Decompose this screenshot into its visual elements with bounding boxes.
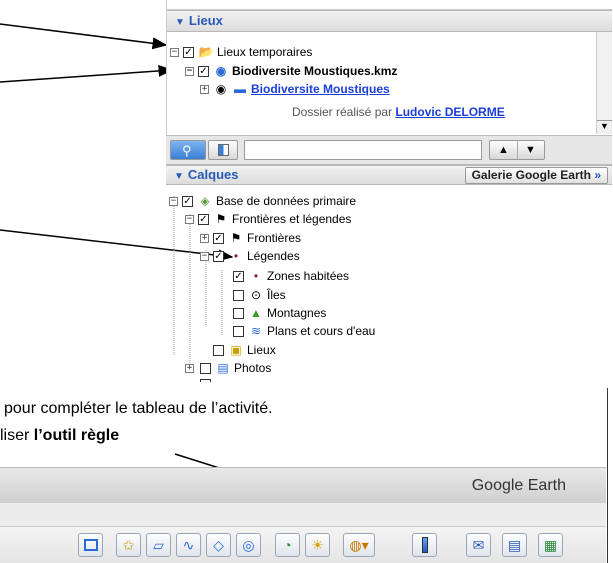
photo-icon: ▤ [217,361,229,376]
double-chevron-icon: » [594,168,601,182]
flag-icon: ⚑ [230,231,242,246]
checkbox[interactable] [233,308,244,320]
collapse-icon[interactable]: − [170,48,179,58]
checkbox[interactable]: ✓ [213,233,224,245]
flag-icon: ⚑ [215,212,227,227]
places-header[interactable]: ▼ Lieux [167,10,612,32]
expand-icon[interactable]: + [185,364,194,374]
history-icon[interactable]: ◔ [275,533,300,557]
planet-icon[interactable]: ◍▾ [343,533,375,557]
layer-item-places[interactable]: ▣ Lieux [200,342,276,359]
checkbox[interactable] [233,290,244,302]
path-icon[interactable]: ∿ [176,533,201,557]
dot-icon: • [233,249,239,264]
tree-item-kmz[interactable]: − ✓ ◉ Biodiversite Moustiques.kmz [185,63,397,80]
radio-selected-icon[interactable]: ◉ [213,81,229,98]
collapse-triangle-icon[interactable]: ▼ [175,13,185,33]
layer-item-borders[interactable]: + ✓ ⚑ Frontières [200,230,301,247]
layers-panel: ▼ Calques Galerie Google Earth » [166,165,612,185]
tour-icon[interactable]: ◎ [236,533,261,557]
search-toolbar: ⚲ ▲ ▼ [166,135,612,165]
gallery-button[interactable]: Galerie Google Earth » [464,167,608,184]
collapse-icon[interactable]: − [200,252,209,262]
checkbox[interactable]: ✓ [233,271,244,283]
collapse-triangle-icon[interactable]: ▼ [174,168,184,186]
globe-icon: ◉ [215,64,227,79]
places-scrollbar[interactable]: ▼ [596,32,612,134]
search-button[interactable]: ⚲ [170,140,206,160]
layer-item-cutoff [200,376,280,382]
layer-item-photos[interactable]: + ▤ Photos [185,360,271,377]
polygon-icon[interactable]: ▱ [146,533,171,557]
caption-line-2: liser l’outil règle [0,427,120,444]
magnifier-icon: ⚲ [182,143,192,158]
checkbox[interactable] [233,326,244,338]
layer-item-water[interactable]: ≋ Plans et cours d'eau [233,323,375,340]
menu-strip [0,503,606,527]
checkbox[interactable]: ✓ [213,251,224,263]
dot-icon: • [253,269,259,284]
expand-icon[interactable]: + [200,234,209,244]
layer-item-labels[interactable]: − ✓ • Légendes [200,248,300,265]
app-title: Google Earth [471,477,566,494]
layers-stack-icon: ◈ [200,194,210,209]
checkbox[interactable]: ✓ [198,66,209,78]
layer-item-islands[interactable]: ⊙ Îles [233,287,286,304]
caption-line-1: pour compléter le tableau de l’activité. [4,400,273,417]
folder-open-icon: 📂 [198,45,214,60]
checkbox[interactable]: ✓ [182,196,193,208]
collapse-icon[interactable]: − [185,67,194,77]
layers-header[interactable]: ▼ Calques Galerie Google Earth » [166,165,612,185]
collapse-icon[interactable]: − [169,197,178,207]
sunlight-icon[interactable]: ☀ [305,533,330,557]
placemark-icon[interactable]: ✩ [116,533,141,557]
print-icon[interactable]: ▤ [502,533,527,557]
checkbox[interactable]: ✓ [183,47,194,59]
sidebar-icon[interactable] [78,533,103,557]
water-icon: ≋ [250,324,262,339]
arrow-down-icon[interactable]: ▼ [525,144,536,156]
layer-item-primary-db[interactable]: − ✓ ◈ Base de données primaire [169,193,356,210]
panel-icon [218,144,229,156]
circle-dot-icon: ⊙ [250,288,262,303]
checkbox[interactable] [200,363,211,375]
view-in-maps-icon[interactable]: ▦ [538,533,563,557]
folder-icon: ▬ [234,82,246,97]
email-icon[interactable]: ✉ [466,533,491,557]
panel-toggle-button[interactable] [208,140,238,160]
arrow-1 [0,23,168,50]
arrow-up-icon[interactable]: ▲ [498,144,509,156]
mountain-icon: ▲ [250,306,262,321]
checkbox[interactable]: ✓ [198,214,209,226]
checkbox[interactable] [213,345,224,357]
expand-icon[interactable]: + [200,85,209,95]
window-titlebar: Google Earth [0,467,606,503]
overlay-icon[interactable]: ◇ [206,533,231,557]
layer-item-populated[interactable]: ✓ • Zones habitées [233,268,349,285]
place-icon: ▣ [230,343,242,358]
layer-item-borders-labels[interactable]: − ✓ ⚑ Frontières et légendes [185,211,351,228]
tree-item-temporary-places[interactable]: − ✓ 📂 Lieux temporaires [170,44,312,61]
tree-item-folder[interactable]: + ◉ ▬ Biodiversite Moustiques [200,81,390,98]
scroll-down-icon[interactable]: ▼ [597,120,612,134]
move-buttons: ▲ ▼ [489,140,545,160]
ruler-icon[interactable] [412,533,437,557]
arrow-2 [0,64,174,83]
collapse-icon[interactable]: − [185,215,194,225]
search-input[interactable] [244,140,482,160]
credit-line: Dossier réalisé par Ludovic DELORME [292,105,505,119]
layer-item-mountains[interactable]: ▲ Montagnes [233,305,326,322]
